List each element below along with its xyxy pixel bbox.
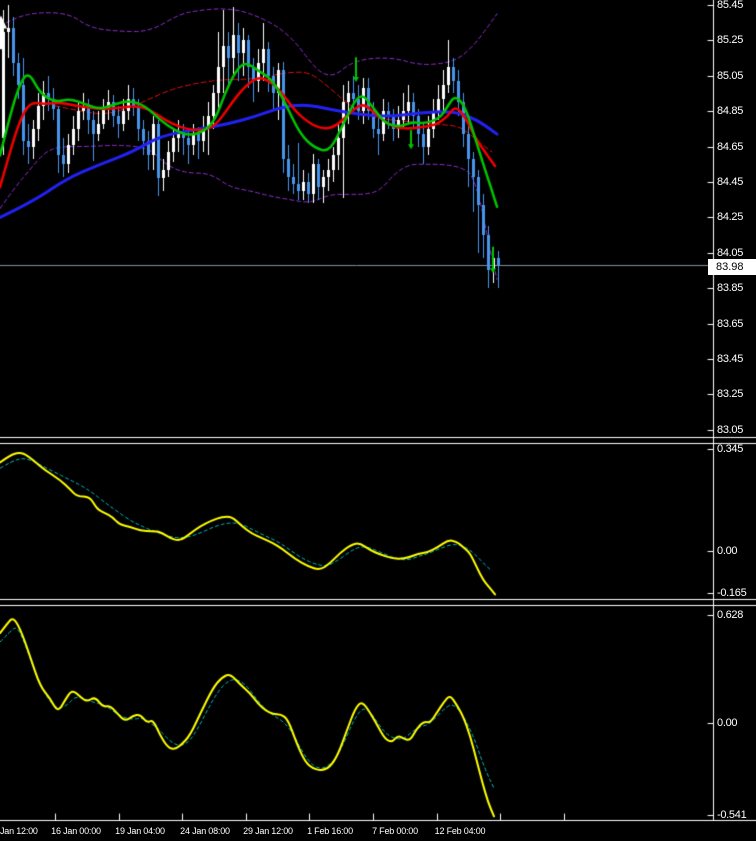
metatrader-chart-window: 85.45 85.25 85.05 84.85 84.65 84.45 84.25 84.05…	[0, 0, 756, 841]
price-axis-label: 85.45	[717, 0, 744, 11]
price-axis-label: 85.25	[717, 34, 744, 46]
price-axis-label: 84.85	[717, 105, 744, 117]
indicator2-axis-label: 0.00	[717, 717, 738, 729]
price-axis-label: 83.05	[717, 424, 744, 436]
time-axis-label: 7 Feb 00:00	[372, 826, 418, 836]
time-axis-label: 1 Feb 16:00	[307, 826, 353, 836]
indicator1-axis-label: -0.165	[717, 587, 747, 599]
time-axis-label: Jan 12:00	[0, 826, 38, 836]
time-axis-label: 24 Jan 08:00	[180, 826, 230, 836]
price-axis-label: 84.65	[717, 141, 744, 153]
price-axis-label: 84.45	[717, 176, 744, 188]
price-axis-label: 85.05	[717, 70, 744, 82]
indicator1-axis-label: 0.345	[717, 443, 744, 455]
indicator2-axis-label: -0.541	[717, 809, 747, 821]
price-axis-label: 83.45	[717, 353, 744, 365]
price-axis-label: 83.65	[717, 318, 744, 330]
price-axis-label: 83.85	[717, 282, 744, 294]
chart-canvas[interactable]	[0, 0, 756, 841]
price-axis-label: 84.05	[717, 247, 744, 259]
time-axis-label: 16 Jan 00:00	[51, 826, 101, 836]
indicator1-axis-label: 0.00	[717, 545, 738, 557]
bid-price-box: 83.98	[708, 259, 756, 275]
time-axis-label: 19 Jan 04:00	[115, 826, 165, 836]
time-axis-label: 12 Feb 04:00	[434, 826, 486, 836]
indicator2-axis-label: 0.628	[717, 609, 744, 621]
time-axis-label: 29 Jan 12:00	[243, 826, 293, 836]
bid-price-value: 83.98	[716, 261, 744, 273]
price-axis-label: 84.25	[717, 211, 744, 223]
price-axis-label: 83.25	[717, 388, 744, 400]
